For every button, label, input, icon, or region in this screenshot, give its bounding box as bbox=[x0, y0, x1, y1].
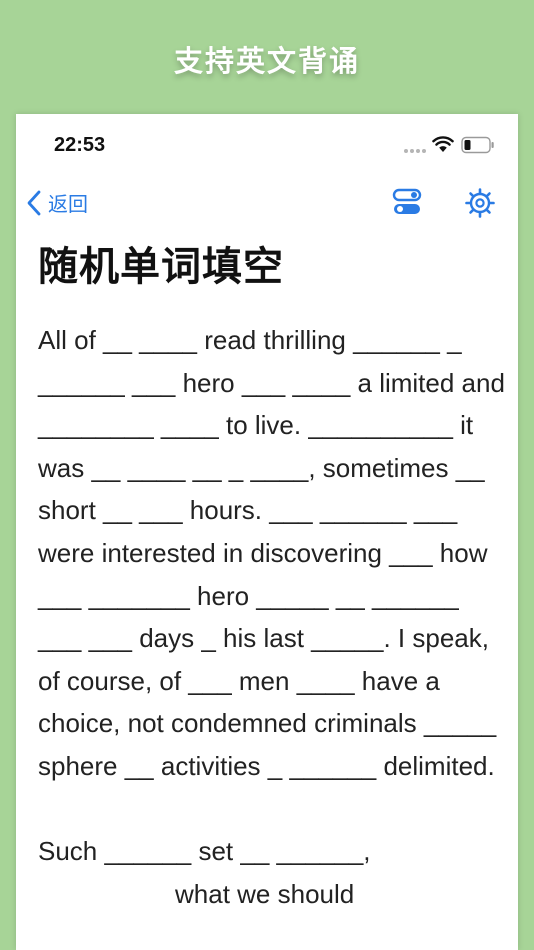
toggle-settings-button[interactable] bbox=[392, 188, 422, 221]
status-time: 22:53 bbox=[54, 134, 106, 156]
passage-paragraph: All of __ ____ read thrilling ______ _ _… bbox=[38, 325, 513, 781]
cellular-signal-icon bbox=[404, 149, 426, 153]
settings-button[interactable] bbox=[464, 187, 496, 224]
back-label: 返回 bbox=[48, 192, 88, 216]
back-button[interactable]: 返回 bbox=[26, 188, 88, 217]
banner-title: 支持英文背诵 bbox=[173, 44, 360, 78]
battery-icon bbox=[461, 136, 494, 154]
gear-icon bbox=[465, 188, 495, 218]
navigation-bar: 返回 bbox=[16, 180, 518, 226]
chevron-left-icon bbox=[27, 190, 41, 215]
wifi-icon bbox=[432, 136, 454, 152]
page-title: 随机单词填空 bbox=[38, 244, 284, 290]
passage-paragraph-continued: what we should bbox=[175, 878, 355, 909]
passage-paragraph: Such ______ set __ ______, bbox=[38, 836, 371, 867]
toggle-switches-icon bbox=[392, 188, 422, 214]
fill-in-passage: All of __ ____ read thrilling ______ _ _… bbox=[38, 319, 508, 915]
status-bar: 22:53 bbox=[16, 114, 518, 174]
phone-screen: 22:53 返回 随机单词填空 All of __ ____ read thri… bbox=[16, 114, 518, 950]
